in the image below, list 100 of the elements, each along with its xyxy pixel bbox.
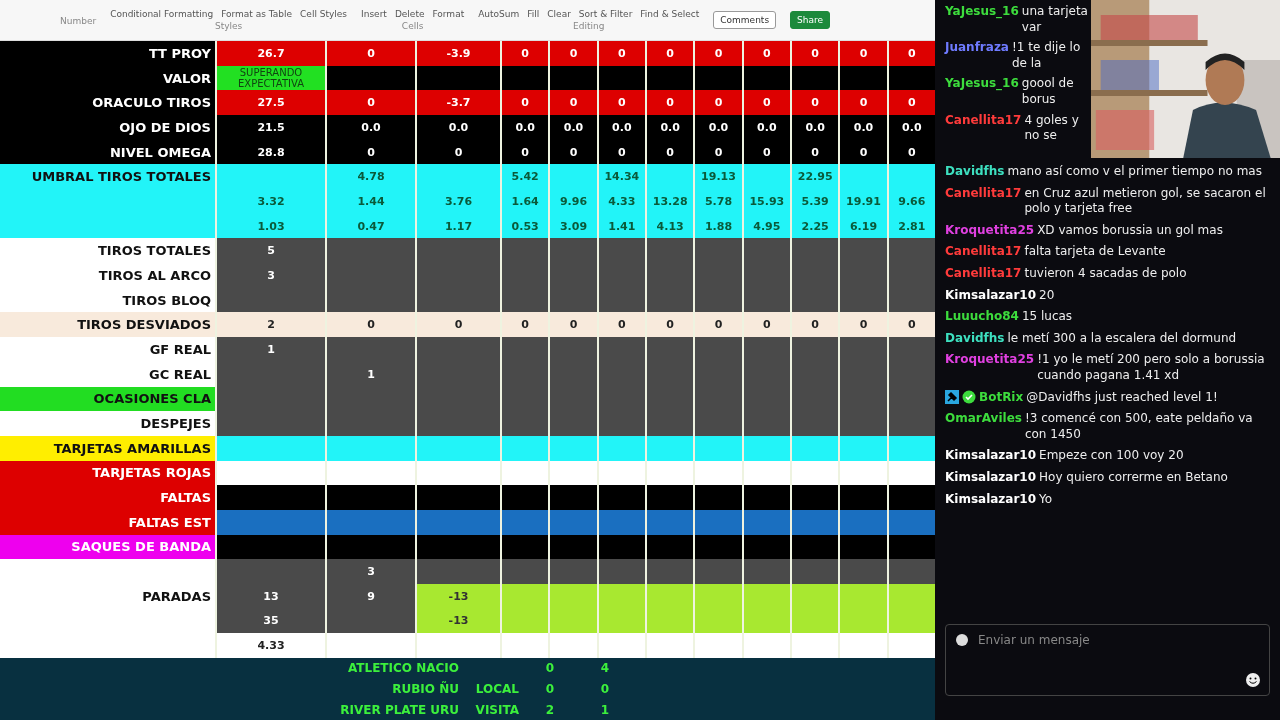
chat-username[interactable]: Davidfhs [945, 164, 1005, 180]
chat-username[interactable]: YaJesus_16 [945, 76, 1019, 92]
table-cell: 27.5 [215, 90, 325, 116]
table-cell: -3.9 [415, 41, 500, 66]
table-cell [790, 633, 839, 658]
chat-text: Hoy quiero correrme en Betano [1039, 469, 1229, 486]
chat-username[interactable]: Canellita17 [945, 112, 1022, 129]
table-cell [790, 411, 839, 436]
chat-input[interactable]: Enviar un mensaje [945, 624, 1270, 696]
table-cell: 9.66 [886, 189, 935, 214]
table-cell: 0 [548, 90, 597, 116]
ribbon-button[interactable]: Sort & Filter [578, 9, 633, 19]
table-cell [548, 287, 597, 313]
ribbon-group-label: Styles [214, 21, 243, 31]
table-cell [838, 435, 887, 461]
table-cell: 3 [325, 559, 415, 584]
table-cell: 5.42 [500, 164, 549, 190]
share-button[interactable]: Share [790, 11, 831, 29]
table-cell: 0 [325, 312, 415, 338]
ribbon-button[interactable]: Format [432, 9, 465, 19]
table-cell [693, 559, 742, 584]
table-cell [838, 633, 887, 658]
table-cell [741, 411, 790, 436]
table-cell [645, 238, 694, 264]
chat-text: XD vamos borussia un gol mas [1037, 222, 1224, 239]
table-cell: 5 [215, 238, 325, 264]
table-cell: 0 [548, 312, 597, 338]
score-value: 0 [544, 661, 556, 676]
table-cell [548, 411, 597, 436]
table-cell: 1 [325, 361, 415, 387]
row-label: FALTAS [0, 485, 215, 510]
table-cell: 13.28 [645, 189, 694, 214]
chat-username[interactable]: BotRix [979, 389, 1024, 406]
table-cell: 0.47 [325, 213, 415, 239]
table-cell [838, 559, 887, 584]
chat-text: 20 [1039, 287, 1056, 304]
table-cell: 1.64 [500, 189, 549, 214]
chat-username[interactable]: Kimsalazar10 [945, 491, 1037, 508]
table-cell [596, 238, 645, 264]
table-cell [838, 509, 887, 535]
ribbon-button[interactable]: AutoSum [478, 9, 520, 19]
table-cell [693, 583, 742, 609]
ribbon-button[interactable]: Format as Table [221, 9, 293, 19]
table-cell [886, 633, 935, 658]
table-cell: 19.91 [838, 189, 887, 214]
ribbon-button[interactable]: Fill [527, 9, 540, 19]
ribbon-button[interactable]: Clear [547, 9, 571, 19]
table-cell: 0 [790, 90, 839, 116]
chat-username[interactable]: Luuucho84 [945, 309, 1019, 325]
chat-username[interactable]: YaJesus_16 [945, 4, 1019, 20]
table-cell: 0 [790, 41, 839, 66]
comments-button[interactable]: Comments [713, 11, 777, 29]
chat-username[interactable]: Kimsalazar10 [945, 448, 1037, 464]
chat-username[interactable]: Canellita17 [945, 265, 1022, 282]
table-cell: 1.44 [325, 189, 415, 214]
table-cell [838, 460, 887, 486]
table-cell: 0 [886, 90, 935, 116]
chat-username[interactable]: Kimsalazar10 [945, 287, 1037, 304]
table-cell: 2 [215, 312, 325, 338]
ribbon-button[interactable]: Conditional Formatting [110, 9, 214, 19]
ribbon-button[interactable]: Find & Select [640, 9, 700, 19]
table-cell [548, 238, 597, 264]
emote-icon[interactable] [954, 632, 970, 648]
table-cell [500, 411, 549, 436]
chat-username[interactable]: Canellita17 [945, 244, 1022, 260]
score-value: 0 [599, 682, 611, 696]
table-cell: 0 [741, 90, 790, 116]
table-cell: 6.19 [838, 213, 887, 239]
chat-username[interactable]: Davidfhs [945, 330, 1005, 347]
table-cell: -13 [415, 608, 500, 634]
emoji-icon[interactable] [1245, 672, 1261, 688]
chat-username[interactable]: Kroquetita25 [945, 352, 1035, 368]
row-label: TIROS TOTALES [0, 238, 215, 264]
table-cell [838, 238, 887, 264]
table-cell: 0 [838, 41, 887, 66]
table-cell: 15.93 [741, 189, 790, 214]
chat-text: !1 te dije lo de la [1011, 40, 1082, 72]
row-label: FALTAS EST [0, 509, 215, 535]
row-label: OCASIONES CLA [0, 386, 215, 412]
chat-username[interactable]: Juanfraza [945, 40, 1009, 56]
table-cell: 0 [500, 41, 549, 66]
chat-username[interactable]: Kimsalazar10 [945, 469, 1037, 486]
table-cell [645, 411, 694, 436]
row-label: PARADAS [0, 583, 215, 609]
table-cell [500, 633, 549, 658]
chat-username[interactable]: Kroquetita25 [945, 222, 1035, 239]
table-cell [790, 238, 839, 264]
ribbon-button[interactable]: Cell Styles [300, 9, 348, 19]
table-cell: 0 [325, 90, 415, 116]
chat-username[interactable]: Canellita17 [945, 185, 1022, 202]
score-value: 4 [599, 661, 611, 676]
table-cell [500, 337, 549, 362]
ribbon-button[interactable]: Insert [361, 9, 387, 19]
table-cell: 0 [596, 41, 645, 66]
chat-username[interactable]: OmarAviles [945, 411, 1022, 427]
table-cell [693, 238, 742, 264]
row-label: TARJETAS ROJAS [0, 460, 215, 486]
table-cell: 0 [838, 90, 887, 116]
table-cell: 0 [741, 312, 790, 338]
ribbon-button[interactable]: Delete [394, 9, 425, 19]
